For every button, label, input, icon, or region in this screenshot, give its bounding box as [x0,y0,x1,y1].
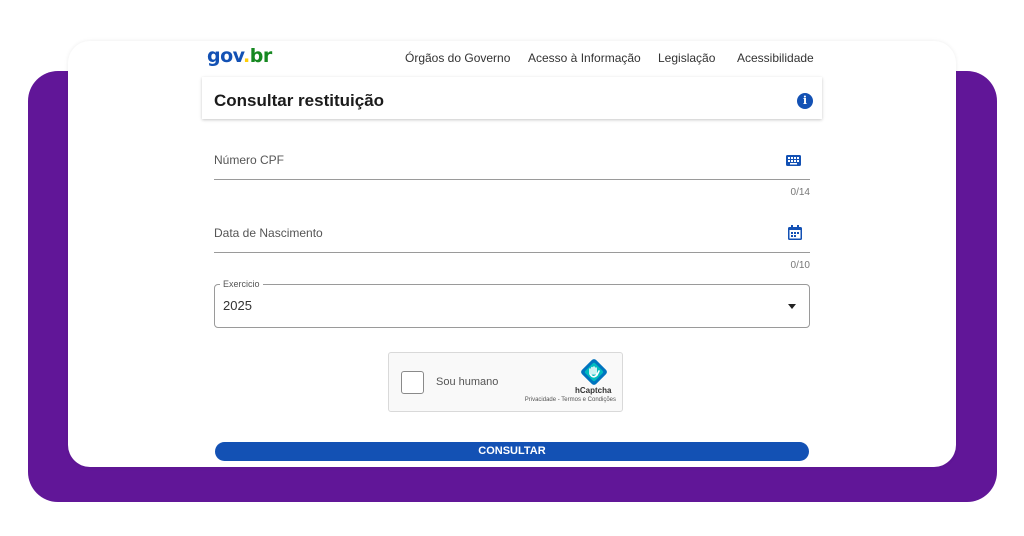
birth-date-underline [214,252,810,253]
keyboard-icon[interactable] [786,153,801,171]
captcha-label: Sou humano [436,376,499,388]
nav-link-acessibilidade[interactable]: Acessibilidade [737,51,814,65]
captcha-brand: hCaptcha [575,386,612,395]
caret-down-icon[interactable] [788,304,796,309]
exercicio-value: 2025 [223,298,252,313]
exercicio-select[interactable] [214,284,810,328]
info-icon[interactable]: i [797,93,813,109]
birth-date-counter: 0/10 [790,260,810,271]
cpf-field[interactable] [214,141,810,179]
govbr-logo[interactable]: gov.br [207,45,272,67]
nav-link-legislacao[interactable]: Legislação [658,51,715,65]
nav-link-acesso-informacao[interactable]: Acesso à Informação [528,51,641,65]
exercicio-label: Exercicio [220,279,263,289]
page-header: Consultar restituição i [202,77,822,119]
calendar-icon[interactable] [788,225,802,245]
nav-link-orgaos[interactable]: Órgãos do Governo [405,51,510,65]
hcaptcha-widget: Sou humano hCaptcha Privacidade - Termos… [388,352,623,412]
captcha-links[interactable]: Privacidade - Termos e Condições [525,397,616,403]
cpf-counter: 0/14 [790,187,810,198]
consultar-button[interactable]: CONSULTAR [215,442,809,461]
cpf-underline [214,179,810,180]
browser-card: gov.br Órgãos do Governo Acesso à Inform… [68,41,956,467]
captcha-checkbox[interactable] [401,371,424,394]
birth-date-field[interactable] [214,213,810,252]
page-title: Consultar restituição [214,91,385,110]
